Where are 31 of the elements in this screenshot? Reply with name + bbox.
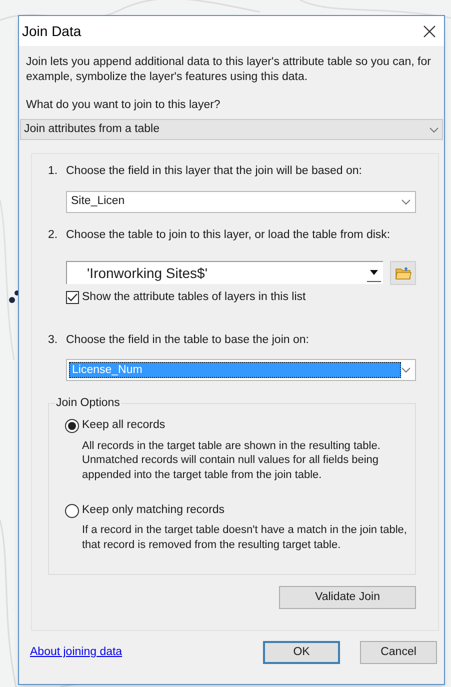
checkbox[interactable] xyxy=(66,290,79,304)
step-number: 2. xyxy=(48,228,59,242)
group-title: Join Options xyxy=(55,396,121,410)
intro-text: Join lets you append additional data to this layer's attribute table so you can, for example, symbolize the layer's features using this data. xyxy=(25,55,432,85)
field-dropdown[interactable]: Site_Licen xyxy=(66,190,416,212)
radio-label: Keep only matching records xyxy=(82,503,225,518)
open-folder-button[interactable] xyxy=(390,260,416,285)
folder-icon xyxy=(394,266,412,280)
radio-button[interactable] xyxy=(65,504,79,518)
checkbox-label: Show the attribute tables of layers in this list xyxy=(82,290,306,305)
table-combo-box[interactable]: 'Ironworking Sites$' xyxy=(66,261,383,284)
help-link[interactable]: About joining data xyxy=(30,644,122,662)
option-description: All records in the target table are shown in the resulting table. Unmatched records will contain null values for all fields being appended into the target table from the join table. xyxy=(82,438,382,482)
window-title: Join Data xyxy=(22,22,82,40)
option-description: If a record in the target table doesn't have a match in the join table, that record is removed from the resulting target table. xyxy=(82,523,407,552)
join-type-dropdown[interactable]: Join attributes from a table xyxy=(20,119,443,140)
chevron-icon xyxy=(429,126,439,133)
join-type-label: What do you want to join to this layer? xyxy=(25,98,222,113)
close-icon[interactable] xyxy=(422,24,436,38)
dialog-button[interactable]: OK xyxy=(263,641,340,664)
validate-join-button[interactable]: Validate Join xyxy=(279,586,416,610)
radio-label: Keep all records xyxy=(82,418,166,434)
step-number: 3. xyxy=(48,333,59,348)
step-label: Choose the field in this layer that the join will be based on: xyxy=(66,164,362,180)
chevron-icon xyxy=(401,367,411,374)
chevron-icon xyxy=(401,198,411,204)
step-label: Choose the table to join to this layer, or load the table from disk: xyxy=(66,228,390,242)
step-number: 1. xyxy=(48,164,59,180)
step-label: Choose the field in the table to base the join on: xyxy=(66,333,309,348)
radio-button[interactable] xyxy=(65,418,79,433)
dialog-button[interactable]: Cancel xyxy=(360,641,437,664)
